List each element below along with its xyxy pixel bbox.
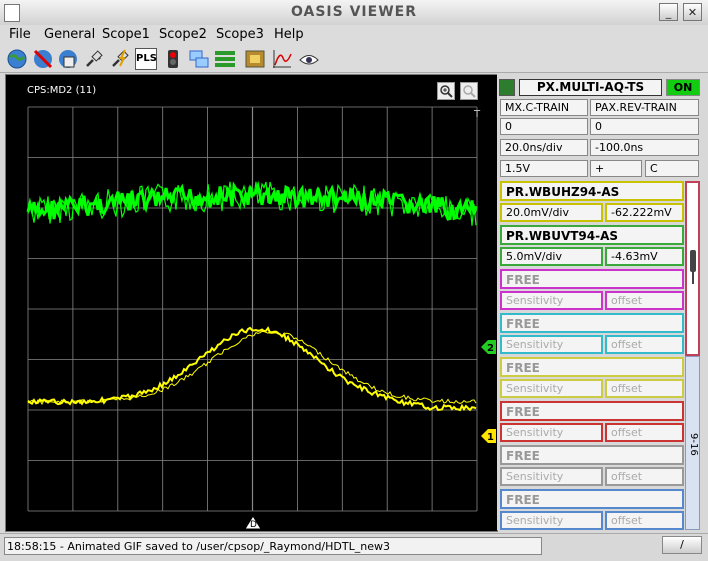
channel-offset-3[interactable]: offset bbox=[605, 291, 684, 310]
channel-name-3[interactable]: FREE bbox=[500, 269, 684, 289]
channel-group-tab-label: 9-16 bbox=[688, 433, 699, 456]
channel-sensitivity-2[interactable]: 5.0mV/div bbox=[500, 247, 603, 266]
timebase-field[interactable]: 20.0ns/div bbox=[500, 139, 588, 156]
channel-name-5[interactable]: FREE bbox=[500, 357, 684, 377]
trigger-slope-field[interactable]: + bbox=[590, 160, 642, 177]
delay-marker[interactable]: D bbox=[244, 515, 262, 530]
channel-offset-4[interactable]: offset bbox=[605, 335, 684, 354]
trigger-marker: T bbox=[473, 109, 481, 120]
ch1-marker-label: 1 bbox=[487, 432, 494, 443]
channel-name-1[interactable]: PR.WBUHZ94-AS bbox=[500, 181, 684, 201]
status-action-button[interactable]: / bbox=[662, 536, 702, 554]
ch2-marker-label: 2 bbox=[487, 343, 494, 354]
trigger-source-2[interactable]: PAX.REV-TRAIN bbox=[590, 99, 699, 116]
delay-marker-label: D bbox=[250, 520, 257, 530]
status-message: 18:58:15 - Animated GIF saved to /user/c… bbox=[4, 537, 542, 555]
channel-offset-1[interactable]: -62.222mV bbox=[605, 203, 684, 222]
channel-name-7[interactable]: FREE bbox=[500, 445, 684, 465]
channel-name-2[interactable]: PR.WBUVT94-AS bbox=[500, 225, 684, 245]
trigger-level-field[interactable]: 1.5V bbox=[500, 160, 588, 177]
channel-sensitivity-6[interactable]: Sensitivity bbox=[500, 423, 603, 442]
channel-offset-6[interactable]: offset bbox=[605, 423, 684, 442]
device-status-indicator bbox=[499, 79, 515, 96]
channel-sensitivity-4[interactable]: Sensitivity bbox=[500, 335, 603, 354]
trigger-value-2[interactable]: 0 bbox=[590, 118, 699, 135]
channel-name-8[interactable]: FREE bbox=[500, 489, 684, 509]
channel-offset-5[interactable]: offset bbox=[605, 379, 684, 398]
channel-offset-7[interactable]: offset bbox=[605, 467, 684, 486]
device-name[interactable]: PX.MULTI-AQ-TS bbox=[519, 79, 662, 96]
trigger-value-1[interactable]: 0 bbox=[500, 118, 588, 135]
channel-sensitivity-3[interactable]: Sensitivity bbox=[500, 291, 603, 310]
channel-sensitivity-7[interactable]: Sensitivity bbox=[500, 467, 603, 486]
channel-sensitivity-1[interactable]: 20.0mV/div bbox=[500, 203, 603, 222]
on-toggle[interactable]: ON bbox=[666, 79, 700, 96]
coupling-field[interactable]: C bbox=[645, 160, 699, 177]
channel-name-6[interactable]: FREE bbox=[500, 401, 684, 421]
channel-offset-2[interactable]: -4.63mV bbox=[605, 247, 684, 266]
channel-group-tab[interactable]: 9-16 bbox=[685, 356, 700, 530]
channel-sensitivity-5[interactable]: Sensitivity bbox=[500, 379, 603, 398]
channel-offset-8[interactable]: offset bbox=[605, 511, 684, 530]
channel-sensitivity-8[interactable]: Sensitivity bbox=[500, 511, 603, 530]
channel-name-4[interactable]: FREE bbox=[500, 313, 684, 333]
trigger-source-1[interactable]: MX.C-TRAIN bbox=[500, 99, 588, 116]
ch2-level-marker[interactable]: 2 bbox=[481, 340, 496, 354]
ch1-level-marker[interactable]: 1 bbox=[481, 429, 496, 443]
delay-field[interactable]: -100.0ns bbox=[590, 139, 699, 156]
scope-grid bbox=[27, 106, 478, 512]
probe-icon bbox=[690, 250, 696, 284]
